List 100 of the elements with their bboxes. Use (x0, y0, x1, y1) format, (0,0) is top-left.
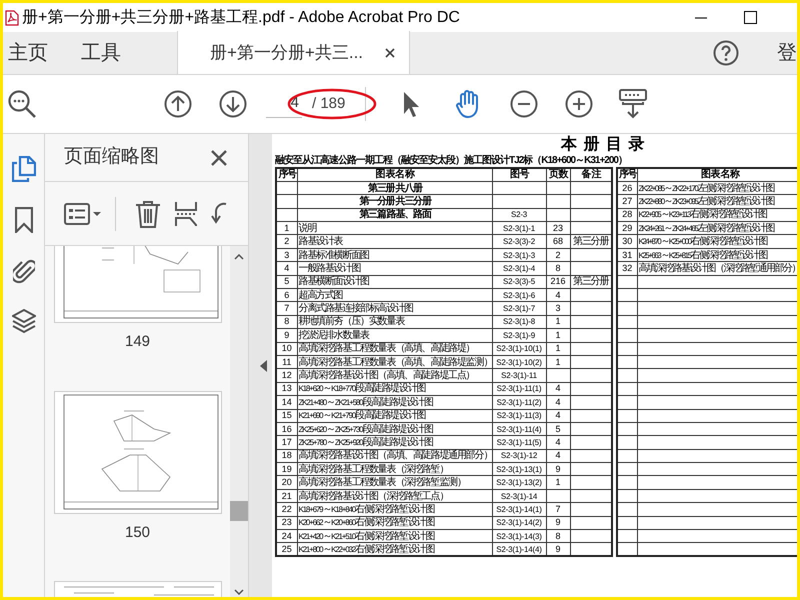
table-cell: 6 (276, 288, 297, 302)
table-cell: S2-3(1)-10(1) (492, 342, 546, 356)
table-cell: 1 (546, 315, 570, 329)
table-cell: S2-3(1)-14(1) (492, 502, 546, 516)
options-list-icon[interactable] (64, 202, 102, 226)
column-header: 图 表 名 称 (637, 168, 797, 182)
table-cell: 4 (546, 396, 570, 410)
table-cell: 68 (546, 234, 570, 248)
maximize-icon[interactable] (744, 11, 757, 24)
table-cell: S2-3(1)-3 (492, 248, 546, 262)
zoom-in-icon[interactable] (565, 90, 594, 118)
table-cell: 第三分册 (570, 234, 612, 248)
layers-icon[interactable] (12, 309, 36, 335)
table-cell: S2-3(1)-11(4) (492, 422, 546, 436)
table-cell: 高填深挖路基工程数量表（深挖路堑监测） (297, 476, 492, 490)
table-cell: 16 (276, 422, 297, 436)
table-cell: 22 (276, 502, 297, 516)
table-cell: S2-3(3)-2 (492, 234, 546, 248)
table-cell: 19 (276, 462, 297, 476)
tab[interactable]: 册+第一分册+共三... (177, 31, 410, 74)
window-title: 册+第一分册+共三分册+路基工程.pdf - Adobe Acrobat Pro DC (22, 8, 460, 28)
paperclip-icon[interactable] (12, 258, 34, 284)
table-cell: 挖淤泥排水数量表 (297, 328, 492, 342)
rotate-icon[interactable] (211, 200, 227, 226)
table-cell: 26 (617, 181, 637, 195)
table-cell: 2 (546, 248, 570, 262)
table-cell: K21+800～K22+032右侧深挖路堑设计图 (297, 542, 492, 556)
table-cell: S2-3(1)-1 (492, 222, 546, 235)
table-cell: S2-3(1)-12 (492, 449, 546, 463)
extract-pages-icon[interactable] (175, 200, 197, 226)
table-cell: S2-3(1)-14(3) (492, 530, 546, 543)
scroll-down-icon[interactable] (234, 589, 244, 595)
table-cell: 23 (276, 516, 297, 530)
document-title: 本 册 目 录 (561, 134, 646, 155)
table-cell: ZK22+085～ZK22+170左侧深挖路堑设计图 (637, 181, 797, 195)
column-header: 序号 (276, 168, 297, 182)
table-cell: 4 (546, 288, 570, 302)
table-cell: 28 (617, 208, 637, 222)
scroll-up-icon[interactable] (234, 254, 244, 260)
tab[interactable]: 工具 (76, 31, 149, 74)
select-arrow-icon[interactable] (401, 90, 422, 118)
table-cell: 8 (546, 530, 570, 543)
table-cell: S2-3(1)-4 (492, 262, 546, 276)
table-cell: ZK21+480～ZK21+580段高陡路堤设计图 (297, 396, 492, 410)
panel-title: 页面缩略图 (64, 145, 159, 170)
table-cell: 高填深挖路基设计图（深挖路堑工点） (297, 489, 492, 503)
table-cell: S2-3(1)-11(3) (492, 409, 546, 422)
close-icon[interactable] (211, 150, 227, 166)
table-cell: S2-3(1)-10(2) (492, 355, 546, 369)
table-cell: 第三篇路基、路面 (297, 208, 492, 222)
scrollbar-thumb[interactable] (230, 501, 248, 521)
scroll-mode-icon[interactable] (619, 89, 648, 119)
table-cell: S2-3(1)-13(2) (492, 476, 546, 490)
table-cell: ZK25+780～ZK25+920段高陡路堤设计图 (297, 436, 492, 450)
pages-icon[interactable] (12, 156, 36, 182)
table-cell: 3 (546, 302, 570, 316)
column-header: 页 数 (546, 168, 570, 182)
page-thumbnail-label: 150 (124, 522, 150, 542)
table-cell: 24 (276, 530, 297, 543)
bookmark-icon[interactable] (14, 207, 32, 233)
delete-icon[interactable] (135, 200, 161, 228)
table-cell: ZK25+620～ZK25+730段高陡路堤设计图 (297, 422, 492, 436)
table-cell: S2-3 (492, 208, 546, 222)
table-cell: 说明 (297, 222, 492, 235)
table-cell: 8 (276, 315, 297, 329)
table-cell: 1 (276, 222, 297, 235)
table-cell: 29 (617, 222, 637, 235)
table-cell: K21+420～K21+510右侧深挖路堑设计图 (297, 530, 492, 543)
table-cell: 高填深挖路基工程数量表（高填、高陡路堤监测） (297, 355, 492, 369)
table-cell: 18 (276, 449, 297, 463)
table-cell: K21+690～K21+790段高陡路堤设计图 (297, 409, 492, 422)
zoom-out-icon[interactable] (510, 90, 538, 118)
table-cell: 路基横断面设计图 (297, 275, 492, 289)
table-cell: 31 (617, 248, 637, 262)
previous-page-icon[interactable] (164, 90, 192, 118)
sign-in-link[interactable]: 登 (777, 38, 797, 68)
zoom-search-icon[interactable] (7, 89, 37, 119)
table-cell: K25+663～K25+815右侧深挖路堑设计图 (637, 248, 797, 262)
table-cell: K24+870～K25+000右侧深挖路堑设计图 (637, 234, 797, 248)
table-cell: 高填深挖路基工程数量表（深挖路堑） (297, 462, 492, 476)
table-cell: S2-3(1)-7 (492, 302, 546, 316)
table-cell: 第一分册共三分册 (297, 194, 492, 208)
column-header: 序号 (617, 168, 637, 182)
table-cell: 13 (276, 382, 297, 396)
help-icon[interactable] (713, 40, 739, 66)
table-cell: ZK24+261～ZK24+465左侧深挖路堑设计图 (637, 222, 797, 235)
table-cell: 14 (276, 396, 297, 410)
collapse-panel-icon[interactable] (260, 360, 268, 372)
table-cell: K18+620～K18+770段高陡路堤设计图 (297, 382, 492, 396)
table-cell: 高填深挖路基设计图（深挖路堑通用部分） (637, 262, 797, 276)
table-cell: 2 (276, 234, 297, 248)
tab[interactable]: 主页 (3, 31, 76, 74)
table-cell: 耕地填前夯（压）实数量表 (297, 315, 492, 329)
table-cell: 4 (546, 382, 570, 396)
table-cell: 3 (276, 248, 297, 262)
close-tab-icon[interactable] (385, 48, 396, 58)
table-cell: 9 (276, 328, 297, 342)
next-page-icon[interactable] (219, 90, 247, 118)
table-cell: 路基设计表 (297, 234, 492, 248)
table-cell: 1 (546, 342, 570, 356)
